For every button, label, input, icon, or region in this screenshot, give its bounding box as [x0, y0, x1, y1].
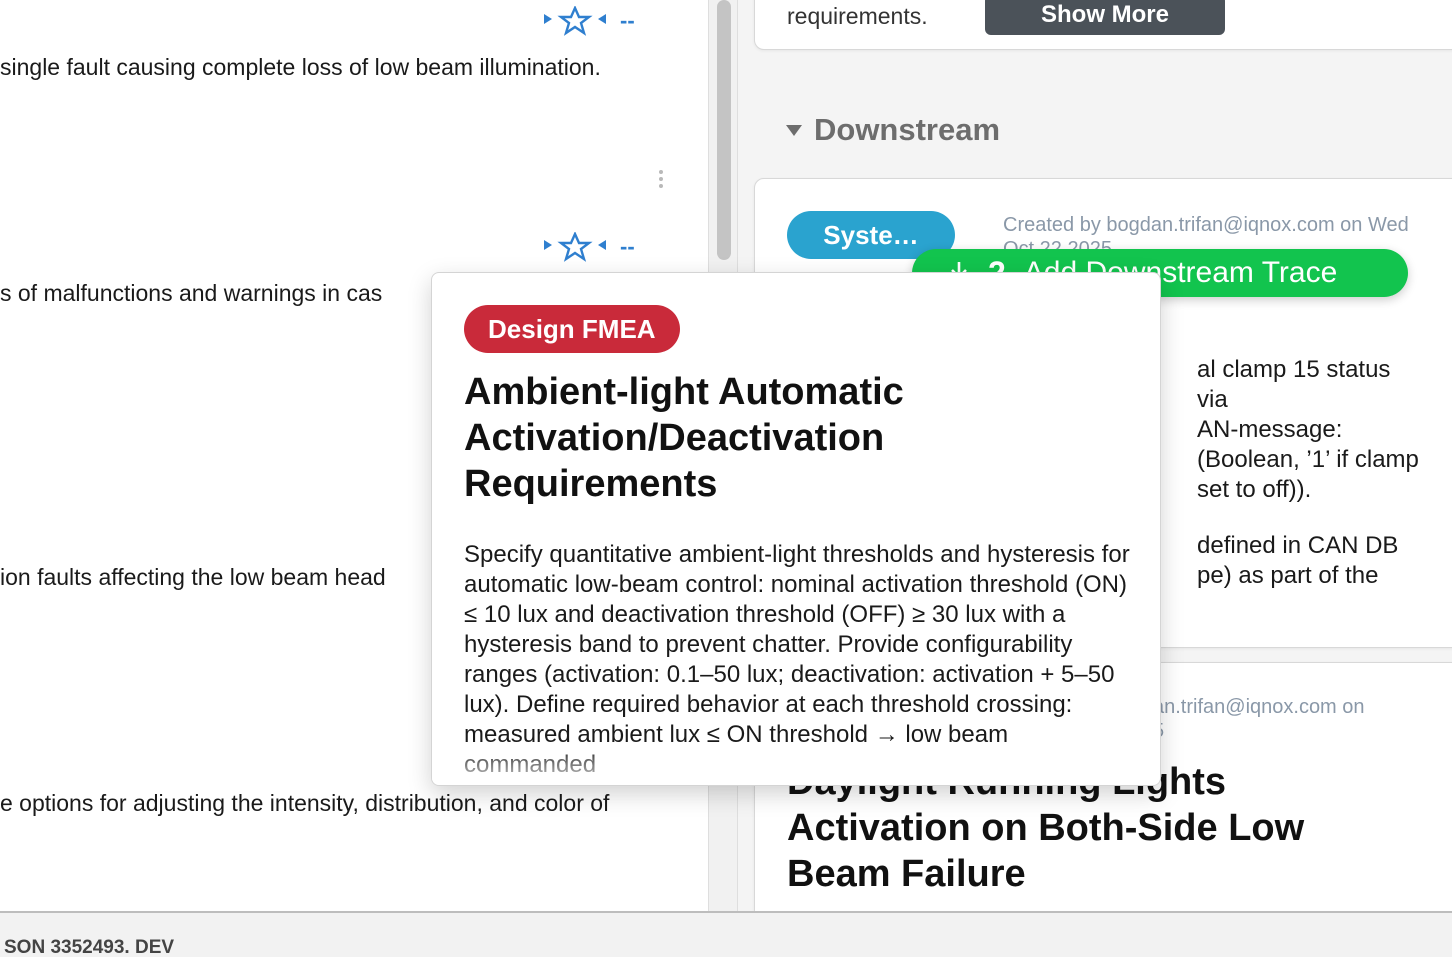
card-body-line: al clamp 15 status via [1197, 356, 1391, 413]
star-rating[interactable]: -- [544, 232, 635, 262]
upstream-card-text: requirements. [787, 3, 928, 29]
fade-overlay [432, 745, 1160, 785]
kebab-menu-icon[interactable] [656, 170, 666, 188]
downstream-section-toggle[interactable]: Downstream [786, 112, 1000, 148]
requirement-description: e options for adjusting the intensity, d… [0, 790, 610, 816]
star-rating[interactable]: -- [544, 6, 635, 36]
scrollbar-thumb[interactable] [717, 0, 731, 260]
requirement-description: ion faults affecting the low beam head [0, 564, 386, 590]
card-body-line: defined in CAN DB [1197, 532, 1399, 559]
popover-title: Ambient-light Automatic Activation/Deact… [464, 371, 904, 505]
card-body-line: set to off)). [1197, 476, 1312, 503]
created-by-meta: Created by bogdan.trifan@iqnox.com on We… [1003, 214, 1409, 253]
rating-value: -- [620, 234, 635, 259]
design-fmea-tag: Design FMEA [464, 305, 680, 353]
meta-line: an.trifan@iqnox.com on [1153, 696, 1365, 718]
status-text: SON 3352493. DEV [4, 937, 175, 957]
show-more-button[interactable]: Show More [985, 0, 1225, 35]
caret-down-icon [786, 124, 802, 136]
requirement-description: s of malfunctions and warnings in cas [0, 280, 383, 306]
status-bar: SON 3352493. DEV [0, 911, 1452, 957]
popover-body: Specify quantitative ambient-light thres… [464, 541, 1130, 778]
card-body-line: (Boolean, ’1’ if clamp [1197, 446, 1419, 473]
upstream-card: requirements. Show More [754, 0, 1452, 50]
card-body-line: pe) as part of the [1197, 562, 1379, 589]
star-rating-icon [544, 232, 606, 262]
star-rating-icon [544, 6, 606, 36]
rating-value: -- [620, 8, 635, 33]
section-title: Downstream [814, 112, 1001, 147]
requirement-description: single fault causing complete loss of lo… [0, 54, 601, 80]
card-body-line: AN-message: [1197, 416, 1343, 443]
item-preview-popover[interactable]: Design FMEA Ambient-light Automatic Acti… [431, 272, 1161, 786]
meta-line: 5 [1153, 719, 1423, 743]
